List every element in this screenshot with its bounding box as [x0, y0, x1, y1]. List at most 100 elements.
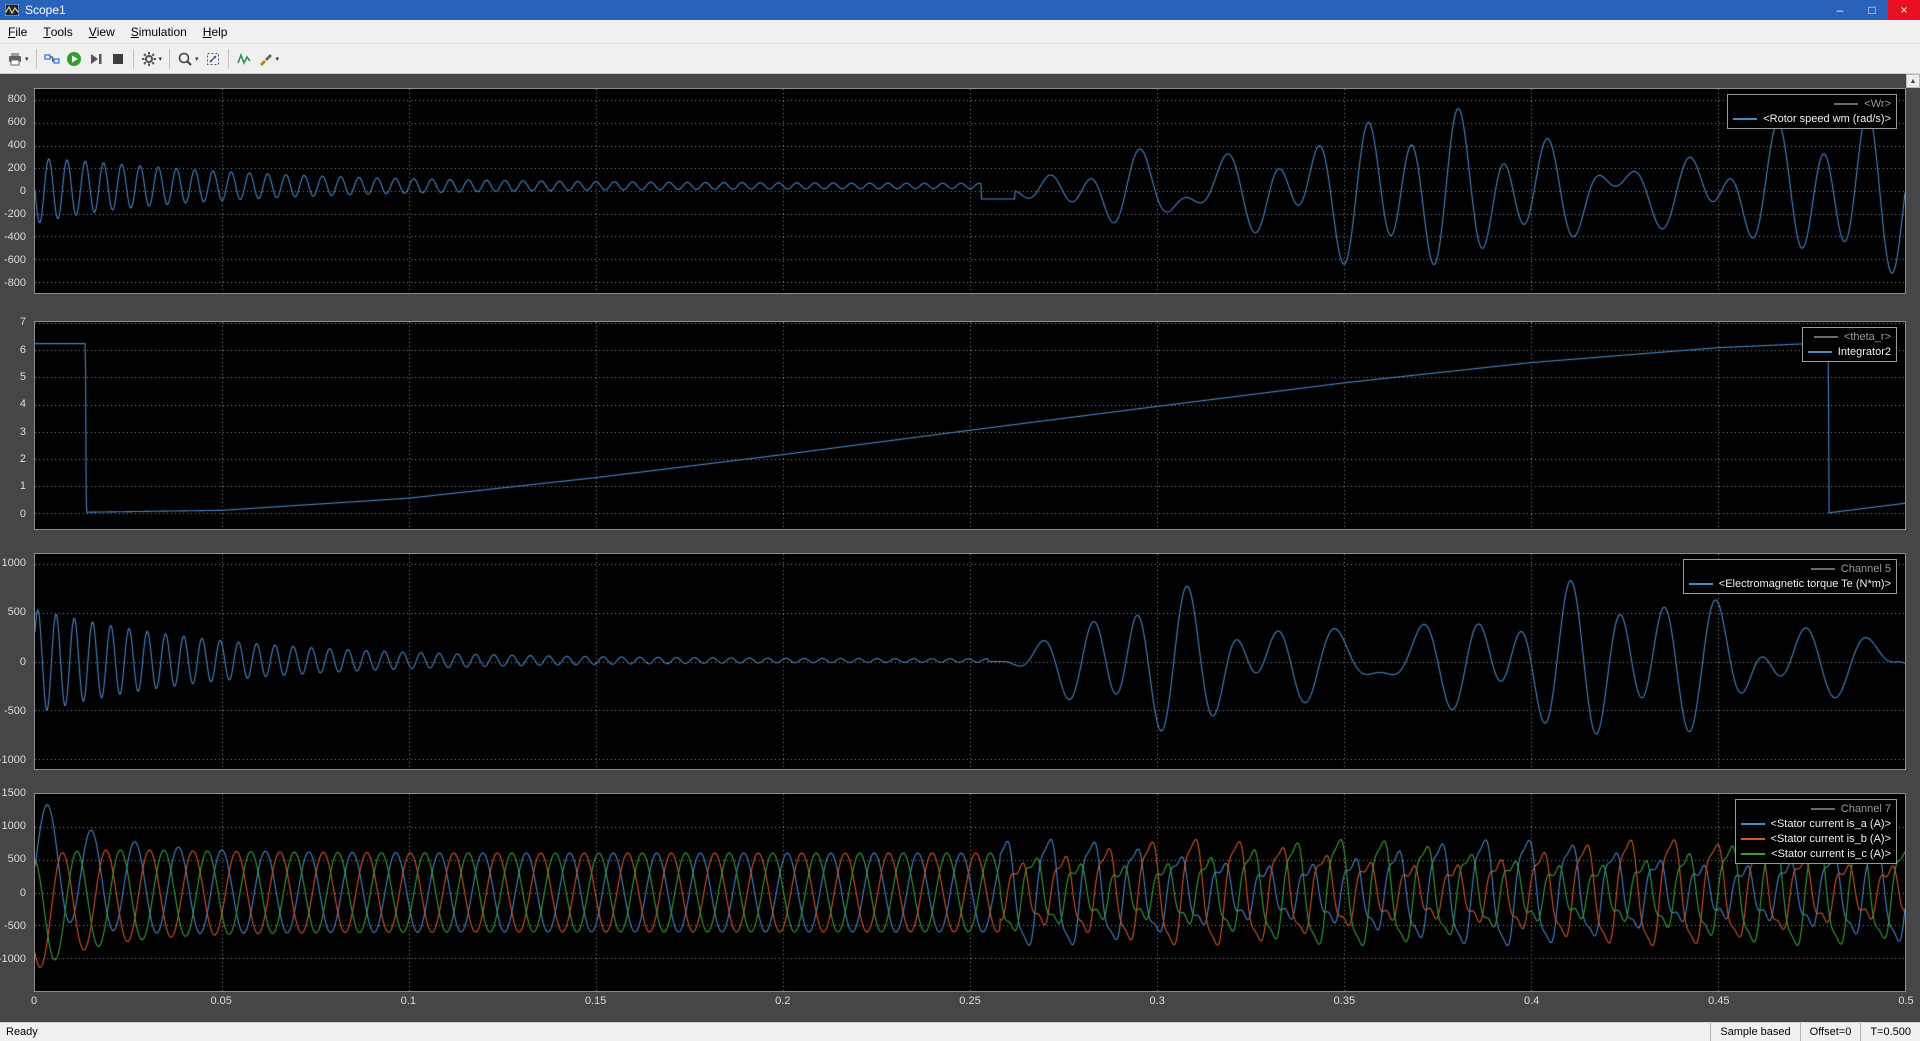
- highlight-simulink-block-button[interactable]: [41, 47, 63, 71]
- y-tick-label: 1: [20, 480, 26, 492]
- legend-entry: <Stator current is_b (A)>: [1741, 831, 1891, 846]
- waveform-icon: [236, 51, 252, 67]
- stator-currents-plot-legend[interactable]: Channel 7 <Stator current is_a (A)> <Stato…: [1735, 799, 1897, 864]
- print-button[interactable]: ▾: [4, 47, 32, 71]
- legend-line-sample: [1811, 568, 1835, 570]
- toolbar-separator: [228, 49, 229, 69]
- y-tick-label: 4: [20, 398, 26, 410]
- style-button[interactable]: ▾: [255, 47, 283, 71]
- y-tick-label: 500: [8, 606, 26, 618]
- stepping-options-button[interactable]: ▾: [138, 47, 166, 71]
- legend-label: Integrator2: [1838, 346, 1891, 358]
- status-offset: Offset=0: [1800, 1023, 1861, 1041]
- printer-icon: [7, 51, 23, 67]
- y-tick-label: 0: [20, 185, 26, 197]
- y-tick-label: 1500: [2, 787, 26, 799]
- x-tick-label: 0.1: [401, 995, 416, 1007]
- zoom-button[interactable]: ▾: [174, 47, 202, 71]
- legend-label: <theta_r>: [1844, 331, 1891, 343]
- theta-plot-canvas[interactable]: [35, 322, 1905, 529]
- legend-line-sample: [1741, 823, 1765, 825]
- legend-entry: <Wr>: [1733, 96, 1891, 111]
- dropdown-arrow-icon: ▾: [25, 55, 29, 63]
- y-tick-label: -1000: [0, 953, 26, 965]
- rotor-speed-plot-legend[interactable]: <Wr> <Rotor speed wm (rad/s)>: [1727, 94, 1897, 129]
- maximize-button[interactable]: □: [1856, 0, 1888, 20]
- torque-plot-canvas[interactable]: [35, 554, 1905, 769]
- menu-view[interactable]: View: [81, 20, 123, 43]
- plot-area: 8006004002000-200-400-600-800<Wr><Rotor …: [0, 74, 1920, 1022]
- scope-window-icon: [5, 3, 21, 17]
- legend-line-sample: [1811, 808, 1835, 810]
- legend-entry: <Electromagnetic torque Te (N*m)>: [1689, 576, 1891, 591]
- legend-line-sample: [1741, 838, 1765, 840]
- legend-entry: <Stator current is_c (A)>: [1741, 846, 1891, 861]
- run-button[interactable]: [63, 47, 85, 71]
- step-forward-button[interactable]: [85, 47, 107, 71]
- y-tick-label: 600: [8, 116, 26, 128]
- rotor-speed-plot-canvas[interactable]: [35, 89, 1905, 293]
- legend-label: <Electromagnetic torque Te (N*m)>: [1719, 578, 1891, 590]
- plots-container: 8006004002000-200-400-600-800<Wr><Rotor …: [34, 88, 1906, 992]
- torque-plot: 10005000-500-1000Channel 5<Electromagnet…: [34, 553, 1906, 770]
- toolbar-separator: [36, 49, 37, 69]
- legend-line-sample: [1808, 351, 1832, 353]
- legend-label: Channel 5: [1841, 563, 1891, 575]
- toolbar: ▾: [0, 44, 1920, 74]
- y-tick-label: -500: [4, 920, 26, 932]
- close-button[interactable]: ×: [1888, 0, 1920, 20]
- legend-line-sample: [1741, 853, 1765, 855]
- y-axis-labels: 8006004002000-200-400-600-800: [0, 88, 30, 294]
- theta-plot-box: <theta_r> Integrator2: [34, 321, 1906, 530]
- y-tick-label: 1000: [2, 820, 26, 832]
- theta-plot: 76543210<theta_r>Integrator2: [34, 321, 1906, 530]
- y-tick-label: -800: [4, 277, 26, 289]
- stator-currents-plot-canvas[interactable]: [35, 794, 1905, 991]
- x-tick-label: 0.35: [1334, 995, 1355, 1007]
- y-tick-label: 400: [8, 139, 26, 151]
- menu-help[interactable]: Help: [195, 20, 236, 43]
- stop-icon: [110, 51, 126, 67]
- theta-plot-legend[interactable]: <theta_r> Integrator2: [1802, 327, 1897, 362]
- menu-tools[interactable]: Tools: [35, 20, 80, 43]
- legend-entry: <Stator current is_a (A)>: [1741, 816, 1891, 831]
- y-tick-label: -200: [4, 208, 26, 220]
- menu-file[interactable]: File: [0, 20, 35, 43]
- x-tick-label: 0.2: [775, 995, 790, 1007]
- x-tick-label: 0.25: [959, 995, 980, 1007]
- legend-entry: Channel 5: [1689, 561, 1891, 576]
- scroll-up-button[interactable]: ▲: [1906, 74, 1920, 88]
- legend-label: <Stator current is_a (A)>: [1771, 818, 1891, 830]
- brush-icon: [258, 51, 274, 67]
- legend-label: <Rotor speed wm (rad/s)>: [1763, 113, 1891, 125]
- y-tick-label: 0: [20, 887, 26, 899]
- fit-to-view-button[interactable]: [202, 47, 224, 71]
- menu-simulation[interactable]: Simulation: [123, 20, 195, 43]
- legend-label: Channel 7: [1841, 803, 1891, 815]
- minimize-button[interactable]: –: [1824, 0, 1856, 20]
- stop-button[interactable]: [107, 47, 129, 71]
- y-tick-label: 200: [8, 162, 26, 174]
- x-tick-label: 0.5: [1898, 995, 1913, 1007]
- y-tick-label: 1000: [2, 557, 26, 569]
- y-tick-label: 500: [8, 853, 26, 865]
- dropdown-arrow-icon: ▾: [159, 55, 163, 63]
- dropdown-arrow-icon: ▾: [276, 55, 280, 63]
- status-time: T=0.500: [1860, 1023, 1920, 1041]
- legend-entry: Channel 7: [1741, 801, 1891, 816]
- y-tick-label: -1000: [0, 754, 26, 766]
- y-tick-label: 2: [20, 453, 26, 465]
- x-axis-labels: 00.050.10.150.20.250.30.350.40.450.5: [34, 995, 1906, 1011]
- rotor-speed-plot-box: <Wr> <Rotor speed wm (rad/s)>: [34, 88, 1906, 294]
- y-tick-label: 800: [8, 93, 26, 105]
- titlebar[interactable]: Scope1 – □ ×: [0, 0, 1920, 20]
- y-tick-label: 5: [20, 371, 26, 383]
- y-tick-label: 0: [20, 656, 26, 668]
- legend-entry: <Rotor speed wm (rad/s)>: [1733, 111, 1891, 126]
- torque-plot-legend[interactable]: Channel 5 <Electromagnetic torque Te (N*m…: [1683, 559, 1897, 594]
- toolbar-separator: [169, 49, 170, 69]
- signal-statistics-button[interactable]: [233, 47, 255, 71]
- legend-label: <Stator current is_b (A)>: [1771, 833, 1891, 845]
- rotor-speed-plot: 8006004002000-200-400-600-800<Wr><Rotor …: [34, 88, 1906, 294]
- y-axis-labels: 10005000-500-1000: [0, 553, 30, 770]
